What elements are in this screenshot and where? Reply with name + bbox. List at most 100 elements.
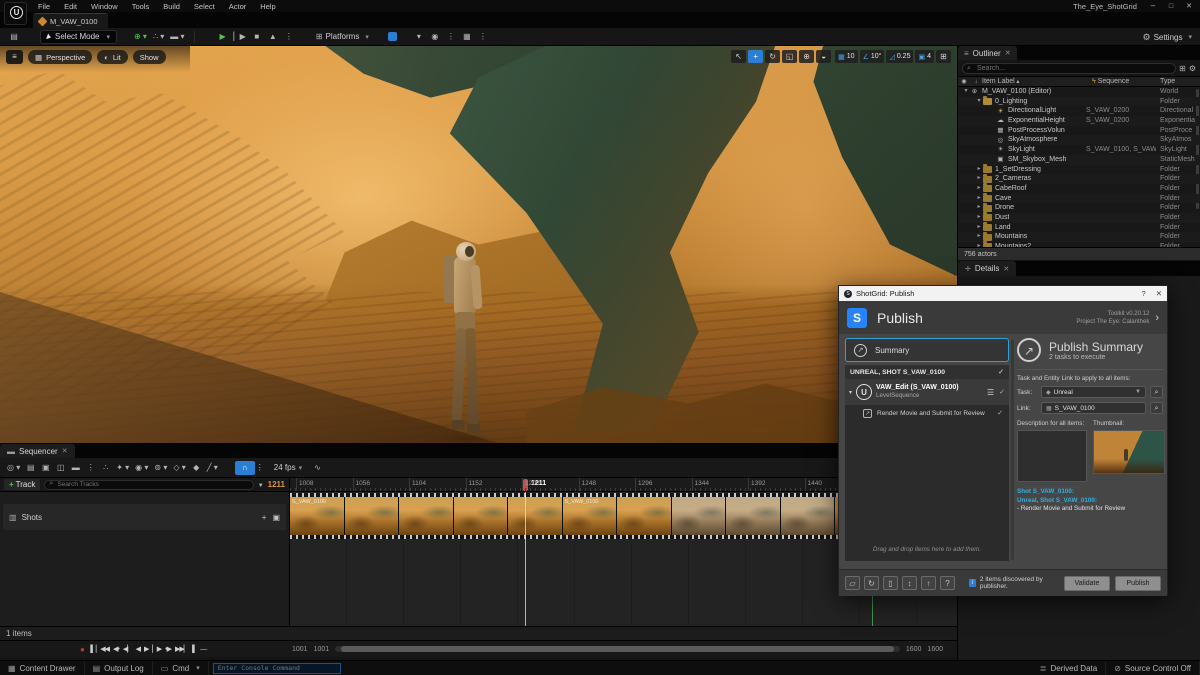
save-icon[interactable]: ▤	[6, 30, 22, 44]
coord-system-icon[interactable]: ⊕	[799, 50, 814, 63]
skip-frame-icon[interactable]: ▏▶	[231, 30, 249, 44]
collapse-arrow-icon[interactable]: ▾	[849, 389, 852, 396]
item-menu-icon[interactable]	[987, 388, 994, 397]
close-icon[interactable]: ✕	[1003, 265, 1009, 273]
track-search-input[interactable]	[44, 480, 253, 490]
column-type[interactable]: Type	[1160, 78, 1200, 85]
outliner-row[interactable]: ExponentialHeight S_VAW_0200 Exponentia	[958, 116, 1200, 126]
source-control-button[interactable]: Source Control Off	[1106, 661, 1200, 675]
thumbnail-image[interactable]	[1093, 430, 1165, 474]
filmstrip-frame[interactable]: S_VAW_0100	[290, 497, 345, 535]
check-icon[interactable]: ✓	[999, 388, 1005, 396]
outliner-row[interactable]: ▸ CabeRoof Folder	[958, 184, 1200, 194]
filmstrip-frame[interactable]	[617, 497, 672, 535]
move-tool-icon[interactable]: +	[748, 50, 763, 63]
browse-files-button[interactable]: ▱	[845, 576, 860, 590]
menu-item[interactable]: File	[32, 1, 56, 12]
link-search-button[interactable]	[1150, 402, 1163, 414]
show-dropdown[interactable]: Show	[133, 50, 166, 64]
expand-arrow-icon[interactable]: ▸	[975, 165, 983, 175]
new-folder-icon[interactable]: ⊞	[1179, 64, 1186, 73]
outliner-row[interactable]: ▸ 1_SetDressing Folder	[958, 165, 1200, 175]
prev-key-button[interactable]: ◀•	[113, 645, 119, 653]
outliner-row[interactable]: ▸ Mountains2 Folder	[958, 242, 1200, 247]
more-icon[interactable]: ⋮	[83, 463, 98, 472]
console-command-input[interactable]	[213, 663, 341, 674]
curve-editor-icon[interactable]	[314, 463, 321, 472]
minimize-button[interactable]	[1144, 0, 1162, 12]
outliner-row[interactable]: ▾ 0_Lighting Folder	[958, 97, 1200, 107]
add-shot-icon[interactable]: +	[262, 513, 267, 522]
playhead-line[interactable]	[525, 492, 526, 626]
menu-item[interactable]: Actor	[223, 1, 253, 12]
range-start-value[interactable]: 1001	[292, 646, 308, 653]
help-button[interactable]: ?	[940, 576, 955, 590]
filter-icon[interactable]	[258, 480, 264, 489]
summary-item[interactable]: Summary	[845, 338, 1009, 362]
task-search-button[interactable]	[1150, 386, 1163, 398]
filmstrip-frame[interactable]	[454, 497, 509, 535]
check-icon[interactable]: ✓	[998, 368, 1004, 376]
platforms-dropdown[interactable]: Platforms	[311, 32, 374, 41]
menu-item[interactable]: Build	[157, 1, 186, 12]
close-icon[interactable]: ✕	[62, 447, 68, 455]
column-item-label[interactable]: Item Label	[982, 78, 1092, 85]
play-icon[interactable]: ▶	[215, 30, 231, 44]
dialog-scrollbar[interactable]	[1011, 340, 1014, 560]
close-button[interactable]	[1180, 0, 1198, 12]
outliner-row[interactable]: SkyLight S_VAW_0100, S_VAW_0100, S_ SkyL…	[958, 145, 1200, 155]
add-track-button[interactable]: + Track	[4, 479, 40, 490]
menu-item[interactable]: Select	[188, 1, 221, 12]
range-end-value[interactable]: 1600	[906, 646, 922, 653]
outliner-row[interactable]: ▸ Land Folder	[958, 223, 1200, 233]
render-task-item[interactable]: Render Movie and Submit for Review ✓	[845, 405, 1009, 421]
clapperboard-icon[interactable]: ▬	[68, 463, 83, 472]
expand-arrow-icon[interactable]: ▸	[975, 203, 983, 213]
range-start-value-2[interactable]: 1001	[314, 646, 330, 653]
hierarchy-icon[interactable]: ∴	[98, 463, 113, 472]
outliner-row[interactable]: ▸ 2_Cameras Folder	[958, 174, 1200, 184]
filmstrip-frame[interactable]	[672, 497, 727, 535]
chevron-right-icon[interactable]: ›	[1155, 312, 1159, 324]
collapse-all-button[interactable]: ↕	[902, 576, 917, 590]
current-frame-value[interactable]: 1211	[268, 480, 285, 489]
expand-arrow-icon[interactable]: ▸	[975, 232, 983, 242]
step-forward-button[interactable]: ▏▶	[152, 645, 161, 653]
outliner-row[interactable]: ▸ Drone Folder	[958, 203, 1200, 213]
playback-options-icon[interactable]: ⊚ ▾	[151, 463, 170, 472]
snap-magnet-toggle[interactable]	[235, 461, 255, 475]
grid-snap-toggle[interactable]: ▦ 10	[835, 50, 857, 63]
maximize-button[interactable]	[1162, 0, 1180, 12]
next-key-button[interactable]: •▶	[165, 645, 171, 653]
level-tab[interactable]: M_VAW_0100	[33, 13, 108, 28]
expand-arrow-icon[interactable]: ▾	[962, 87, 970, 97]
sequence-item[interactable]: ▾ U VAW_Edit (S_VAW_0100) LevelSequence …	[845, 379, 1009, 405]
rotate-tool-icon[interactable]: ↻	[765, 50, 780, 63]
dialog-help-button[interactable]: ?	[1142, 289, 1146, 298]
range-scrollbar[interactable]	[335, 646, 900, 652]
content-icon[interactable]: ▦	[459, 30, 475, 44]
expand-arrow-icon[interactable]: ▸	[975, 174, 983, 184]
eject-icon[interactable]: ▲	[265, 30, 281, 44]
select-mode-dropdown[interactable]: Select Mode	[40, 30, 117, 44]
outliner-row[interactable]: DirectionalLight S_VAW_0200 Directional	[958, 106, 1200, 116]
reverse-play-button[interactable]: ◀	[136, 645, 140, 653]
dialog-close-button[interactable]: ✕	[1156, 289, 1162, 298]
menu-item[interactable]: Help	[254, 1, 281, 12]
rotation-snap-toggle[interactable]: ∠ 10°	[860, 50, 885, 63]
select-tool-icon[interactable]: ↖	[731, 50, 746, 63]
play-button[interactable]: ▶	[144, 645, 148, 653]
range-scrollbar-handle[interactable]	[341, 646, 894, 652]
item-group-header[interactable]: UNREAL, SHOT S_VAW_0100 ✓	[845, 365, 1009, 379]
outliner-row[interactable]: PostProcessVolun PostProce	[958, 126, 1200, 136]
visibility-column-icon[interactable]	[958, 78, 970, 85]
actions-icon[interactable]: ✦ ▾	[113, 463, 132, 472]
perspective-dropdown[interactable]: Perspective	[28, 50, 92, 64]
delete-items-button[interactable]: ▯	[883, 576, 898, 590]
filmstrip-frame[interactable]	[399, 497, 454, 535]
description-textarea[interactable]	[1017, 430, 1087, 482]
expand-arrow-icon[interactable]: ▸	[975, 242, 983, 247]
loop-button[interactable]: —	[200, 646, 206, 653]
outliner-row[interactable]: ▸ Dust Folder	[958, 213, 1200, 223]
outliner-settings-icon[interactable]: ⚙	[1189, 64, 1196, 73]
